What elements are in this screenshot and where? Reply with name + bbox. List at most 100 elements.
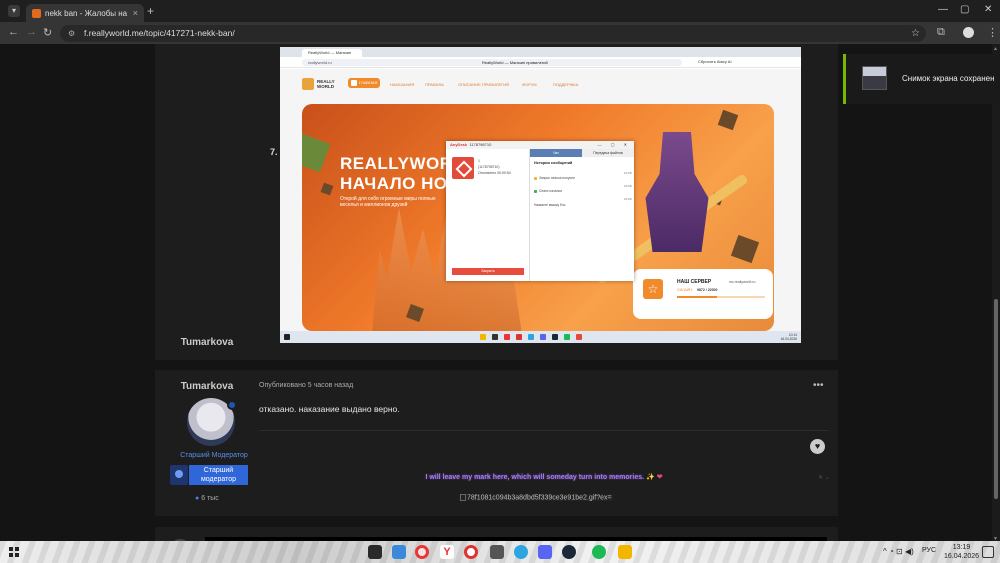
discord-icon[interactable] (538, 545, 552, 559)
screenshot-taskbar: 10:14 16.04.2026 (280, 331, 801, 343)
reload-icon[interactable]: ↻ (43, 26, 52, 39)
system-tray-icons[interactable]: ^ ◔ ⊡ ◀) (883, 547, 914, 556)
anydesk-event-time: 10:09 (624, 197, 632, 201)
signature-emoji: ✨ ❤ (646, 474, 663, 481)
anydesk-remote-name: 1 (478, 159, 480, 163)
group-badge: Старший модератор (189, 465, 248, 485)
anydesk-close-button: Закрыть (452, 268, 524, 275)
screenshot-saved-notification[interactable]: Снимок экрана сохранен (843, 54, 1000, 104)
clock-date: 16.04.2026 (944, 553, 980, 560)
file-explorer-icon[interactable] (618, 545, 632, 559)
anydesk-history-title: История сообщений (534, 161, 573, 165)
like-heart-icon[interactable]: ♥ (810, 439, 825, 454)
screenshot-clock-date: 16.04.2026 (780, 337, 797, 341)
anydesk-logo-icon (452, 157, 474, 179)
browser-toolbar: ← → ↻ ⚙ f.reallyworld.me/topic/417271-ne… (0, 22, 1000, 44)
anydesk-event-time: 10:08 (624, 184, 632, 188)
chrome-icon[interactable] (415, 545, 429, 559)
reallyworld-logo-text: REALLY WORLD (317, 79, 335, 89)
screenshot-site: REALLY WORLD ГЛАВНАЯ НАКАЗАНИЯ ПРАВИЛА О… (280, 69, 801, 331)
site-nav-forum: ФОРУМ (522, 82, 537, 87)
extensions-icon[interactable]: ⧉ (937, 26, 945, 39)
post-timestamp[interactable]: Опубликовано 5 часов назад (259, 382, 353, 389)
signature-text: I will leave my mark here, which will so… (425, 474, 645, 481)
discord-icon (540, 334, 546, 340)
opera-icon[interactable] (464, 545, 478, 559)
embedded-screenshot[interactable]: ReallyWorld — Магазин reallyworld.ru Rea… (280, 47, 801, 343)
tab-search-button[interactable]: ▾ (8, 5, 20, 17)
server-online-bar-fill (677, 296, 717, 298)
back-icon[interactable]: ← (8, 26, 19, 38)
telegram-icon (528, 334, 534, 340)
anydesk-event-text: Сеанс начался (539, 189, 562, 193)
session-icon (534, 189, 537, 193)
server-card: ☆ НАШ СЕРВЕР mc.reallyworld.ru ОНЛАЙН: 9… (633, 269, 773, 319)
anydesk-brand: AnyDesk (450, 142, 468, 147)
post-author-name[interactable]: Tumarkova (180, 337, 234, 348)
scroll-up-icon[interactable]: ▲ (993, 46, 998, 52)
gif-alt-text: 78f1081c094b3a8dbd5f339ce3e91be2.gif?ex= (467, 494, 612, 502)
post-body: отказано. наказание выдано верно. (259, 404, 400, 414)
screenshot-url-short: reallyworld.ru (308, 60, 332, 65)
forward-icon[interactable]: → (26, 26, 37, 38)
screenshot-url-title: ReallyWorld — Магазин привилегий (482, 60, 548, 65)
grass-block-icon (302, 133, 331, 173)
app-icon[interactable] (490, 545, 504, 559)
notification-text: Снимок экрана сохранен (902, 74, 995, 83)
spotify-icon[interactable] (592, 545, 606, 559)
language-indicator[interactable]: РУС (922, 547, 936, 554)
site-info-icon[interactable]: ⚙ (68, 25, 75, 42)
maximize-button[interactable]: ▢ (960, 4, 969, 15)
page-scrollbar[interactable]: ▲ ▼ (992, 44, 1000, 544)
reputation-value: 6 тыс (201, 495, 219, 502)
yandex-icon (504, 334, 510, 340)
address-bar[interactable]: ⚙ f.reallyworld.me/topic/417271-nekk-ban… (60, 25, 926, 42)
online-badge-icon (227, 400, 237, 410)
anydesk-event-text: Нажмите мышку Esc (534, 203, 566, 207)
opera-icon (516, 334, 522, 340)
app-icon[interactable] (368, 545, 382, 559)
windows-start-icon[interactable] (9, 547, 19, 557)
anydesk-tab-files: Передача файлов (582, 149, 634, 157)
screenshot-tab: ReallyWorld — Магазин (302, 49, 362, 57)
browser-tab[interactable]: nekk ban - Жалобы на Админ × (26, 4, 144, 22)
hero-title: REALLYWORL НАЧАЛО НОВ (340, 154, 463, 194)
minimize-button[interactable]: — (938, 4, 948, 15)
broken-gif-image: 78f1081c094b3a8dbd5f339ce3e91be2.gif?ex= (459, 494, 613, 502)
anydesk-taskbar-icon (576, 334, 582, 340)
anydesk-event: Сеанс начался (534, 189, 562, 193)
site-nav-privileges: ОПИСАНИЕ ПРИВИЛЕГИЙ (458, 82, 510, 87)
weather-icon[interactable] (392, 545, 406, 559)
anydesk-window-controls: — ▢ ✕ (597, 142, 631, 147)
telegram-icon[interactable] (514, 545, 528, 559)
scrollbar-thumb[interactable] (994, 299, 998, 499)
taskbar-clock[interactable]: 13:19 16.04.2026 (944, 543, 979, 561)
bookmark-star-icon[interactable]: ☆ (911, 25, 920, 42)
signature-toggle-icon[interactable]: ✕ ⌄ (818, 474, 830, 481)
character-illustration (645, 132, 709, 252)
anydesk-tab-chat: Чат (530, 149, 582, 157)
site-favicon-icon (32, 8, 41, 18)
dirt-block-icon (730, 234, 760, 264)
author-rank: Старший Модератор (180, 452, 248, 459)
server-online-bar (677, 296, 765, 298)
tab-title: nekk ban - Жалобы на Админ (45, 8, 129, 18)
tab-close-icon[interactable]: × (133, 8, 138, 18)
close-window-button[interactable]: ✕ (984, 4, 992, 15)
avatar[interactable] (187, 398, 237, 446)
steam-icon (552, 334, 558, 340)
yandex-icon[interactable]: Y (440, 545, 454, 559)
profile-avatar-icon[interactable] (963, 27, 974, 38)
reputation[interactable]: ● 6 тыс (195, 495, 219, 502)
post-author-name[interactable]: Tumarkova (180, 381, 234, 392)
steam-icon[interactable] (562, 545, 576, 559)
notification-center-icon[interactable] (982, 546, 994, 558)
anydesk-event-text: Запрос сеанса получен (539, 176, 575, 180)
anydesk-event: Нажмите мышку Esc (534, 203, 566, 207)
chat-bubble-icon: ● (195, 495, 200, 502)
post-menu-icon[interactable]: ••• (813, 380, 824, 391)
reallyworld-logo-icon (302, 78, 314, 90)
anydesk-session-id: 1178798710 (469, 142, 492, 147)
kebab-menu-icon[interactable]: ⋮ (987, 26, 998, 39)
new-tab-button[interactable]: + (147, 4, 154, 18)
